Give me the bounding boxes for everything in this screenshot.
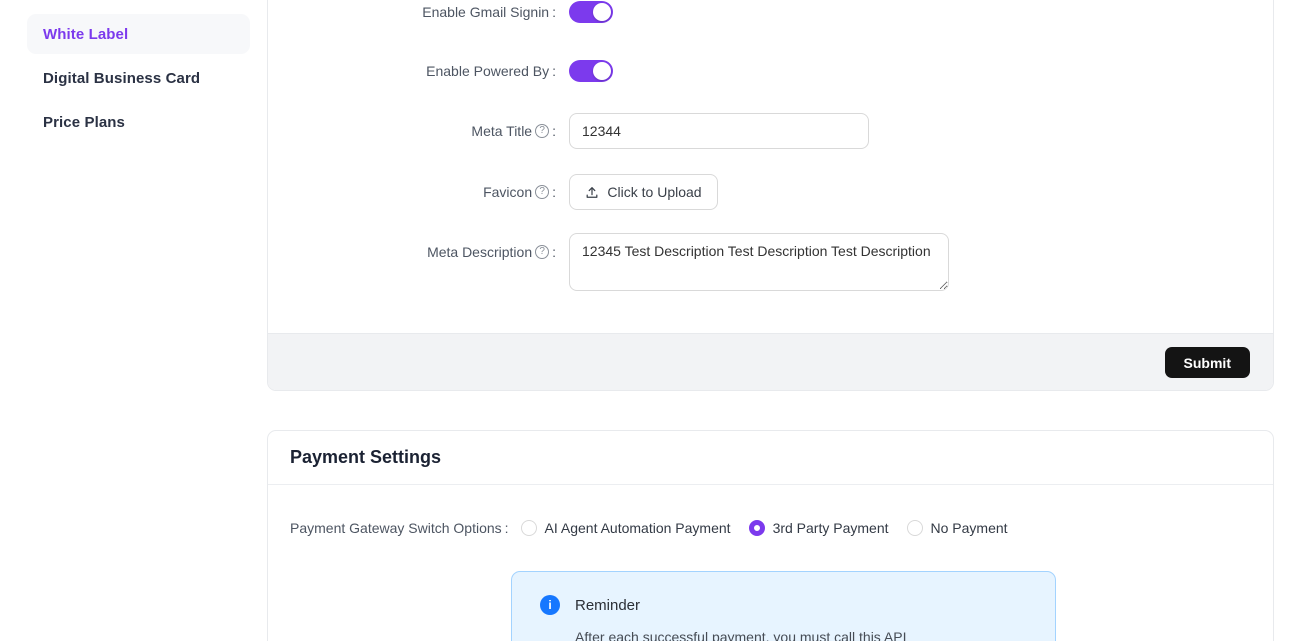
radio-label: 3rd Party Payment	[773, 520, 889, 536]
radio-no-payment[interactable]: No Payment	[907, 520, 1008, 536]
sidebar-item-white-label[interactable]: White Label	[27, 14, 250, 54]
radio-label: No Payment	[931, 520, 1008, 536]
settings-sidebar: White Label Digital Business Card Price …	[27, 14, 250, 146]
meta-title-input[interactable]	[569, 113, 869, 149]
payment-settings-header: Payment Settings	[268, 431, 1273, 485]
payment-settings-card: Payment Settings Payment Gateway Switch …	[267, 430, 1274, 641]
radio-ai-agent-automation-payment[interactable]: AI Agent Automation Payment	[521, 520, 731, 536]
favicon-label: Favicon ?:	[268, 184, 556, 200]
form-row-powered-by: Enable Powered By:	[268, 60, 613, 82]
sidebar-item-label: Price Plans	[43, 114, 125, 131]
powered-by-label: Enable Powered By:	[268, 63, 556, 79]
question-circle-icon[interactable]: ?	[535, 245, 549, 259]
question-circle-icon[interactable]: ?	[535, 124, 549, 138]
form-row-meta-title: Meta Title ?:	[268, 113, 869, 149]
info-circle-icon: i	[540, 595, 560, 615]
reminder-text: After each successful payment, you must …	[575, 629, 906, 641]
radio-circle-icon	[907, 520, 923, 536]
reminder-title: Reminder	[575, 597, 640, 614]
reminder-alert-box: i Reminder After each successful payment…	[511, 571, 1056, 641]
form-row-meta-description: Meta Description ?: 12345 Test Descripti…	[268, 233, 949, 291]
sidebar-item-price-plans[interactable]: Price Plans	[27, 102, 250, 142]
gmail-signin-toggle[interactable]	[569, 1, 613, 23]
favicon-upload-button[interactable]: Click to Upload	[569, 174, 718, 210]
radio-label: AI Agent Automation Payment	[545, 520, 731, 536]
toggle-knob	[593, 3, 611, 21]
form-row-favicon: Favicon ?: Click to Upload	[268, 174, 718, 210]
payment-settings-title: Payment Settings	[290, 447, 441, 468]
form-footer-bar: Submit	[268, 333, 1273, 390]
payment-gateway-label: Payment Gateway Switch Options:	[290, 520, 509, 536]
sidebar-item-label: White Label	[43, 26, 128, 43]
toggle-knob	[593, 62, 611, 80]
powered-by-toggle[interactable]	[569, 60, 613, 82]
meta-description-label: Meta Description ?:	[268, 233, 556, 271]
white-label-form-card: Enable Gmail Signin: Enable Powered By: …	[267, 0, 1274, 391]
sidebar-item-label: Digital Business Card	[43, 70, 200, 87]
question-circle-icon[interactable]: ?	[535, 185, 549, 199]
gmail-signin-label: Enable Gmail Signin:	[268, 4, 556, 20]
radio-3rd-party-payment[interactable]: 3rd Party Payment	[749, 520, 889, 536]
upload-icon	[585, 185, 599, 199]
radio-circle-icon	[521, 520, 537, 536]
payment-gateway-options-row: Payment Gateway Switch Options: AI Agent…	[290, 517, 1026, 539]
meta-description-textarea[interactable]: 12345 Test Description Test Description …	[569, 233, 949, 291]
submit-button[interactable]: Submit	[1165, 347, 1250, 378]
meta-title-label: Meta Title ?:	[268, 123, 556, 139]
upload-button-label: Click to Upload	[607, 184, 701, 200]
sidebar-item-digital-business-card[interactable]: Digital Business Card	[27, 58, 250, 98]
form-row-gmail-signin: Enable Gmail Signin:	[268, 1, 613, 23]
radio-circle-checked-icon	[749, 520, 765, 536]
